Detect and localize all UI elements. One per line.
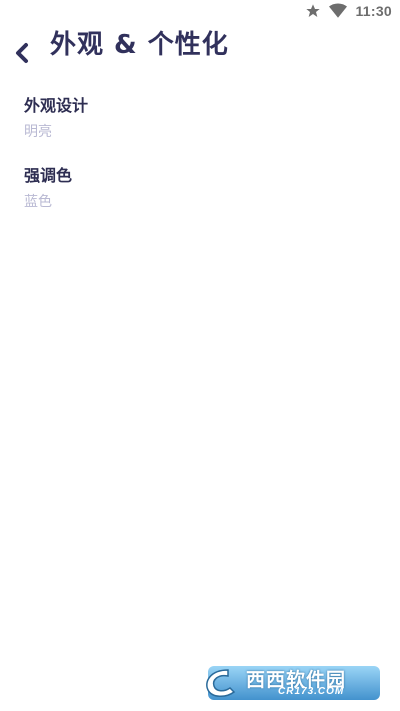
back-button[interactable] bbox=[8, 38, 36, 72]
status-time: 11:30 bbox=[355, 3, 392, 19]
star-icon bbox=[305, 3, 321, 19]
chevron-left-icon bbox=[14, 42, 30, 68]
status-bar: 11:30 bbox=[0, 0, 400, 24]
status-icons: 11:30 bbox=[305, 3, 392, 19]
setting-title: 外观设计 bbox=[24, 96, 89, 115]
setting-value: 蓝色 bbox=[24, 194, 52, 210]
watermark-url: CR173.COM bbox=[278, 686, 345, 697]
setting-appearance-design[interactable]: 外观设计 明亮 bbox=[0, 92, 400, 162]
setting-accent-color[interactable]: 强调色 蓝色 bbox=[0, 162, 400, 232]
page-title: 外观 & 个性化 bbox=[50, 30, 229, 60]
app-header: 外观 & 个性化 bbox=[0, 24, 400, 80]
setting-value: 明亮 bbox=[24, 124, 52, 140]
watermark-logo: 西西软件园 CR173.COM bbox=[198, 662, 382, 702]
wifi-icon bbox=[329, 3, 348, 19]
setting-title: 强调色 bbox=[24, 166, 73, 185]
settings-list: 外观设计 明亮 强调色 蓝色 bbox=[0, 92, 400, 232]
